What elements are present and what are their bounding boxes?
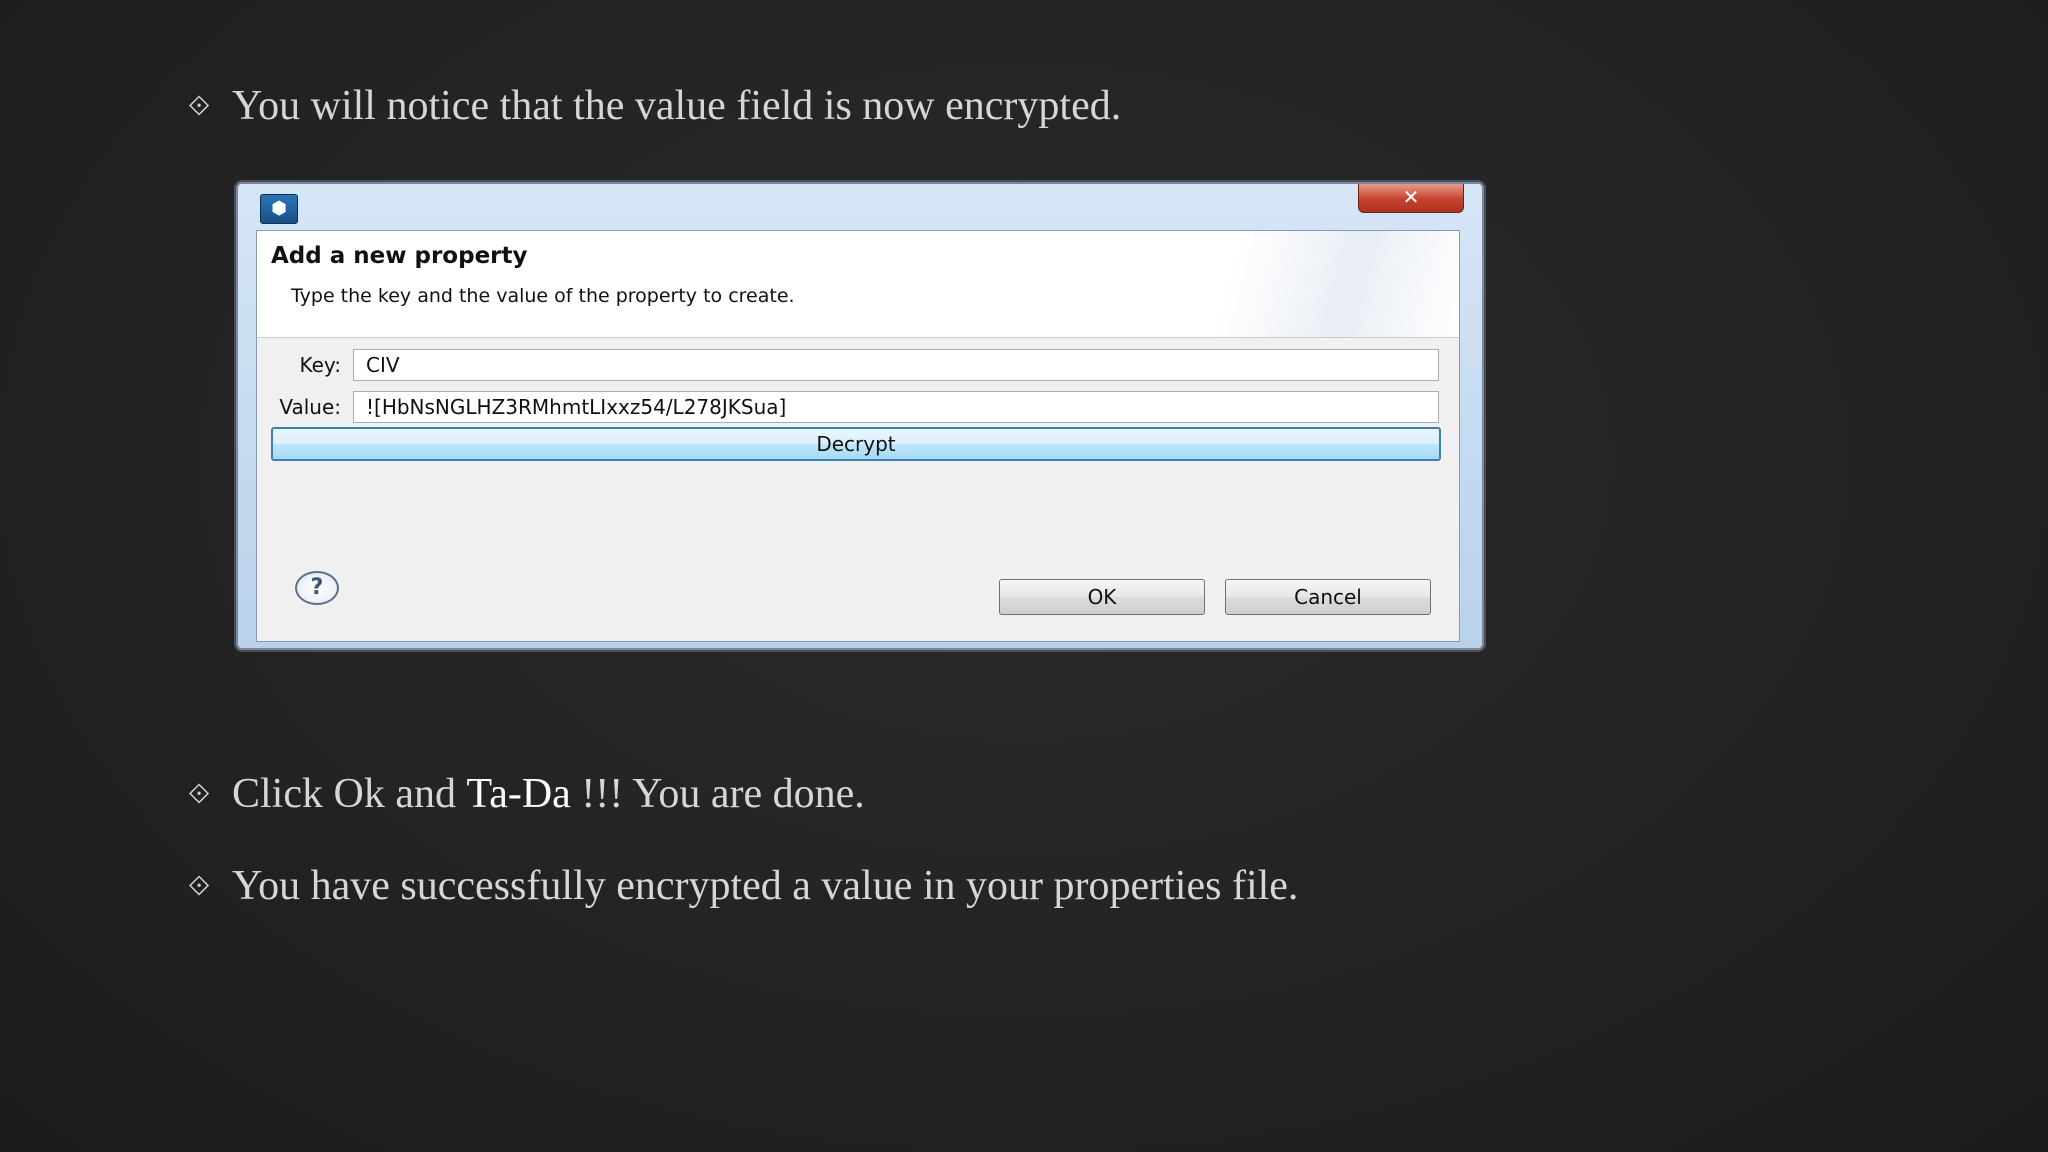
add-property-dialog: ⬢ ✕ Add a new property Type the key and … [236,182,1484,650]
dialog-client-area: Add a new property Type the key and the … [256,230,1460,642]
bullet-click-ok: ⟐ Click Ok and Ta-Da !!! You are done. [176,770,865,818]
value-input[interactable]: ![HbNsNGLHZ3RMhmtLIxxz54/L278JKSua] [353,391,1439,423]
dialog-titlebar[interactable]: ⬢ ✕ [238,184,1482,230]
bullet-text-after: !!! You are done. [570,771,865,817]
bullet-success: ⟐ You have successfully encrypted a valu… [176,862,1298,910]
help-icon[interactable]: ? [295,571,339,605]
bullet-text-strong: Ta-Da [466,771,571,817]
dialog-header: Add a new property Type the key and the … [257,231,1459,338]
eclipse-app-icon: ⬢ [260,194,298,224]
cancel-button[interactable]: Cancel [1225,579,1431,615]
dialog-description: Type the key and the value of the proper… [291,285,795,307]
close-button[interactable]: ✕ [1358,184,1464,213]
key-label: Key: [299,353,341,377]
bullet-text-before: Click Ok and [232,771,467,817]
value-label: Value: [279,395,341,419]
dialog-title: Add a new property [271,243,528,269]
bullet-text: You will notice that the value field is … [232,83,1122,129]
bullet-notice-encrypted: ⟐ You will notice that the value field i… [176,82,1121,130]
ok-button[interactable]: OK [999,579,1205,615]
key-input[interactable]: CIV [353,349,1439,381]
diamond-bullet-icon: ⟐ [187,869,211,902]
decrypt-button[interactable]: Decrypt [271,427,1441,461]
diamond-bullet-icon: ⟐ [187,777,211,810]
diamond-bullet-icon: ⟐ [187,89,211,122]
bullet-text: You have successfully encrypted a value … [232,863,1299,909]
